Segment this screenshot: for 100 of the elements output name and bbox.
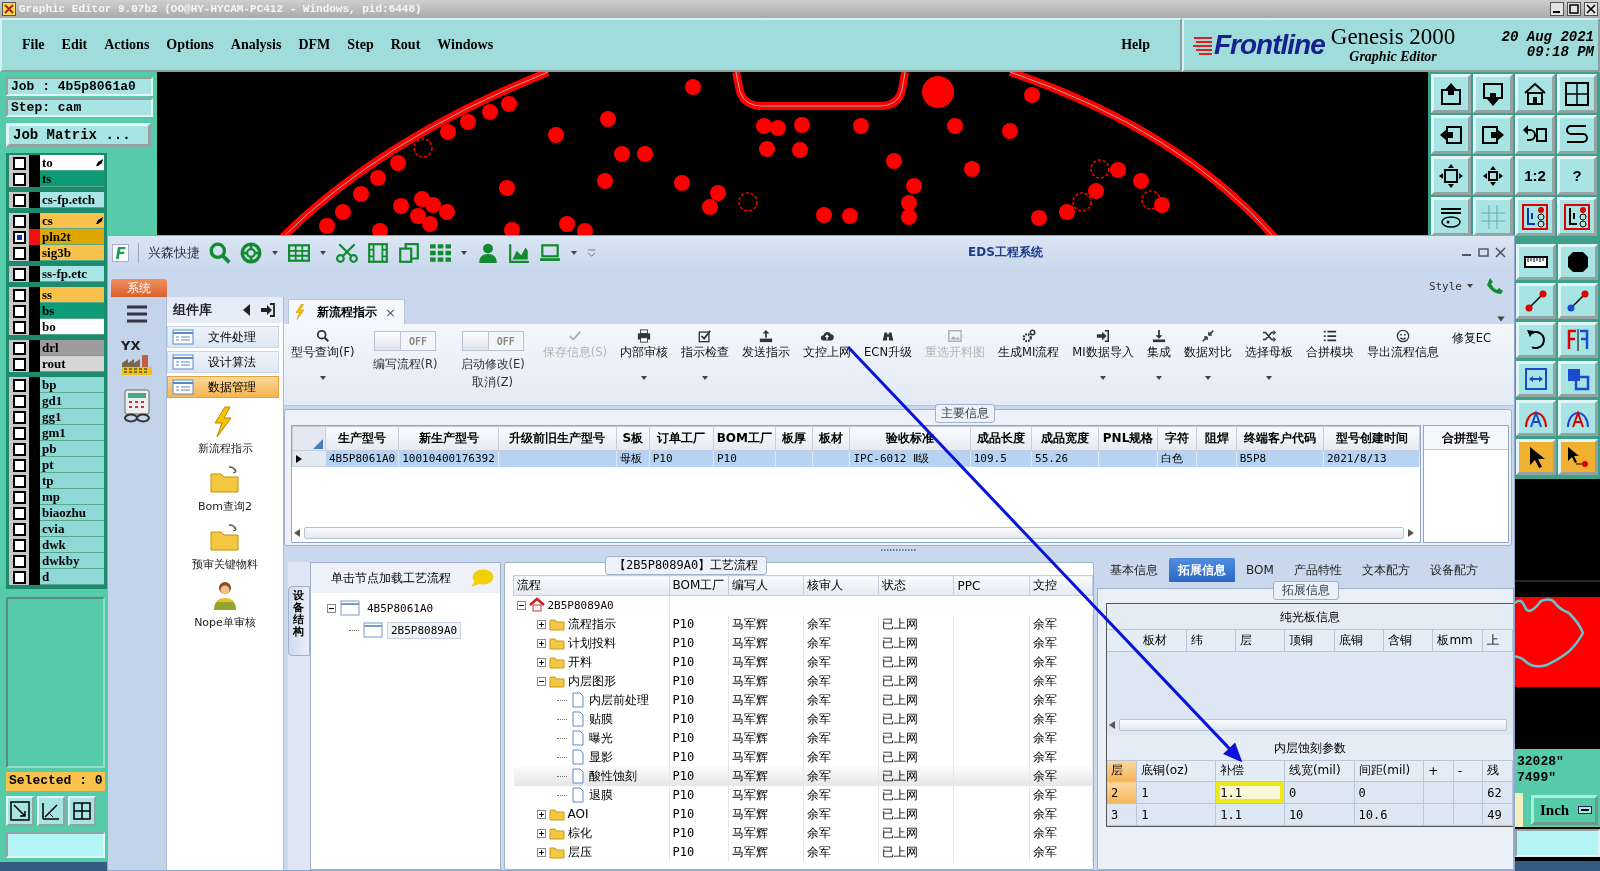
layer-name[interactable]: mp: [40, 489, 104, 505]
layer-checkbox[interactable]: [12, 230, 26, 244]
laptop-icon[interactable]: [539, 241, 561, 264]
expand-icon[interactable]: [536, 619, 546, 629]
launcher-item[interactable]: Bom查询2: [198, 464, 252, 514]
tool-button[interactable]: [1516, 244, 1556, 280]
layer-checkbox[interactable]: [12, 341, 26, 355]
film-icon[interactable]: [367, 241, 389, 264]
scrollbar[interactable]: [1109, 717, 1507, 733]
tree-item[interactable]: 2B5P8089A0: [387, 621, 462, 639]
expand-icon[interactable]: [536, 657, 546, 667]
layer-checkbox[interactable]: [12, 410, 26, 424]
column-header[interactable]: 层: [1107, 760, 1137, 782]
column-header[interactable]: 流程: [513, 575, 670, 596]
expand-icon[interactable]: [536, 828, 546, 838]
layer-checkbox[interactable]: [12, 357, 26, 371]
layer-name[interactable]: dwk: [40, 537, 104, 553]
layer-checkbox[interactable]: [12, 506, 26, 520]
ribbon-button[interactable]: ECN升级: [859, 327, 917, 405]
tab[interactable]: 文本配方: [1352, 558, 1419, 582]
column-header[interactable]: 顶铜: [1284, 630, 1334, 651]
tool-button[interactable]: [1557, 115, 1597, 154]
layer-name[interactable]: sig3b: [40, 245, 104, 261]
layer-checkbox[interactable]: [12, 378, 26, 392]
layer-checkbox[interactable]: [12, 474, 26, 488]
menu-item[interactable]: Options: [166, 37, 214, 53]
collapse-icon[interactable]: [536, 676, 546, 686]
layer-name[interactable]: drl: [40, 340, 104, 356]
layer-checkbox[interactable]: [12, 320, 26, 334]
column-header[interactable]: 上: [1482, 630, 1513, 651]
column-header[interactable]: 板mm: [1432, 630, 1483, 651]
column-header[interactable]: 板材: [1107, 630, 1187, 651]
ribbon-button[interactable]: 选择母板: [1239, 327, 1298, 405]
menu-item[interactable]: Step: [347, 37, 374, 53]
tab[interactable]: 基本信息: [1101, 558, 1167, 582]
layer-name[interactable]: bs: [40, 303, 104, 319]
area-chart-icon[interactable]: [508, 241, 530, 264]
menu-item[interactable]: File: [22, 37, 45, 53]
layer-checkbox[interactable]: [12, 214, 26, 228]
ribbon-button[interactable]: 数据对比: [1178, 327, 1237, 405]
column-header[interactable]: 底铜: [1334, 630, 1384, 651]
tool-button[interactable]: [1515, 115, 1555, 154]
tree-item[interactable]: 贴膜: [588, 710, 613, 728]
layer-name[interactable]: ss-fp.etc: [40, 266, 104, 282]
tree-item[interactable]: 层压: [567, 843, 592, 861]
table-icon[interactable]: [288, 241, 310, 264]
tool-button[interactable]: [1557, 197, 1597, 236]
minimize-button[interactable]: [1550, 2, 1564, 16]
tree-item[interactable]: 流程指示: [567, 615, 616, 633]
menu-item[interactable]: Rout: [390, 37, 421, 53]
caret-icon[interactable]: [570, 248, 578, 257]
close-button[interactable]: ×: [385, 304, 396, 320]
layer-checkbox[interactable]: [12, 288, 26, 302]
column-header[interactable]: 核审人: [803, 575, 879, 596]
search-icon[interactable]: [209, 241, 231, 264]
tree-item[interactable]: 开料: [567, 653, 592, 671]
ribbon-button[interactable]: 集成: [1141, 327, 1176, 405]
ribbon-button[interactable]: 导出流程信息: [1361, 327, 1444, 405]
layer-name[interactable]: bp: [40, 377, 104, 393]
lifebuoy-icon[interactable]: [240, 241, 262, 264]
calculator-icon[interactable]: [121, 389, 153, 423]
tool-button[interactable]: ?: [1557, 156, 1597, 195]
document-tab[interactable]: 新流程指示 ×: [288, 299, 405, 324]
side-tab[interactable]: 设备结构: [288, 586, 310, 656]
tool-button[interactable]: [1558, 439, 1598, 475]
menu-icon[interactable]: [125, 303, 149, 325]
column-header[interactable]: 阻焊: [1196, 426, 1237, 451]
tool-button[interactable]: [1557, 74, 1597, 113]
ribbon-button[interactable]: 生成MI流程: [993, 327, 1065, 405]
layer-checkbox[interactable]: [12, 458, 26, 472]
tool-button[interactable]: [1558, 361, 1598, 397]
launcher-item[interactable]: 预审关键物料: [192, 522, 258, 572]
layer-name[interactable]: pt: [40, 457, 104, 473]
tab[interactable]: 拓展信息: [1169, 558, 1235, 582]
tree-item[interactable]: 棕化: [567, 824, 592, 842]
column-header[interactable]: 升级前旧生产型号: [498, 426, 617, 451]
tree-item[interactable]: 计划投料: [567, 634, 616, 652]
tool-button[interactable]: [1558, 244, 1598, 280]
launcher-item[interactable]: Nope单审核: [194, 580, 256, 630]
tool-button[interactable]: [1431, 197, 1471, 236]
column-header[interactable]: 纬: [1186, 630, 1236, 651]
launcher-item[interactable]: 新流程指示: [197, 406, 253, 456]
layer-checkbox[interactable]: [12, 522, 26, 536]
column-header[interactable]: 新生产型号: [398, 426, 499, 451]
layer-name[interactable]: gd1: [40, 393, 104, 409]
ribbon-button[interactable]: 型号查询(F): [286, 327, 360, 405]
tool-button[interactable]: [1558, 400, 1598, 436]
layer-name[interactable]: to: [40, 155, 104, 171]
layer-checkbox[interactable]: [12, 426, 26, 440]
tool-button[interactable]: [37, 796, 65, 826]
tab[interactable]: 产品特性: [1284, 558, 1351, 582]
menu-item[interactable]: Windows: [437, 37, 494, 53]
caret-icon[interactable]: [460, 248, 468, 257]
tool-button[interactable]: [1473, 156, 1513, 195]
tool-button[interactable]: [1431, 74, 1471, 113]
job-matrix-button[interactable]: Job Matrix ...: [6, 123, 151, 147]
list-item[interactable]: 数据管理: [167, 376, 279, 398]
column-header[interactable]: 板材: [812, 426, 850, 451]
tool-button[interactable]: [68, 796, 96, 826]
column-header[interactable]: 编写人: [728, 575, 804, 596]
